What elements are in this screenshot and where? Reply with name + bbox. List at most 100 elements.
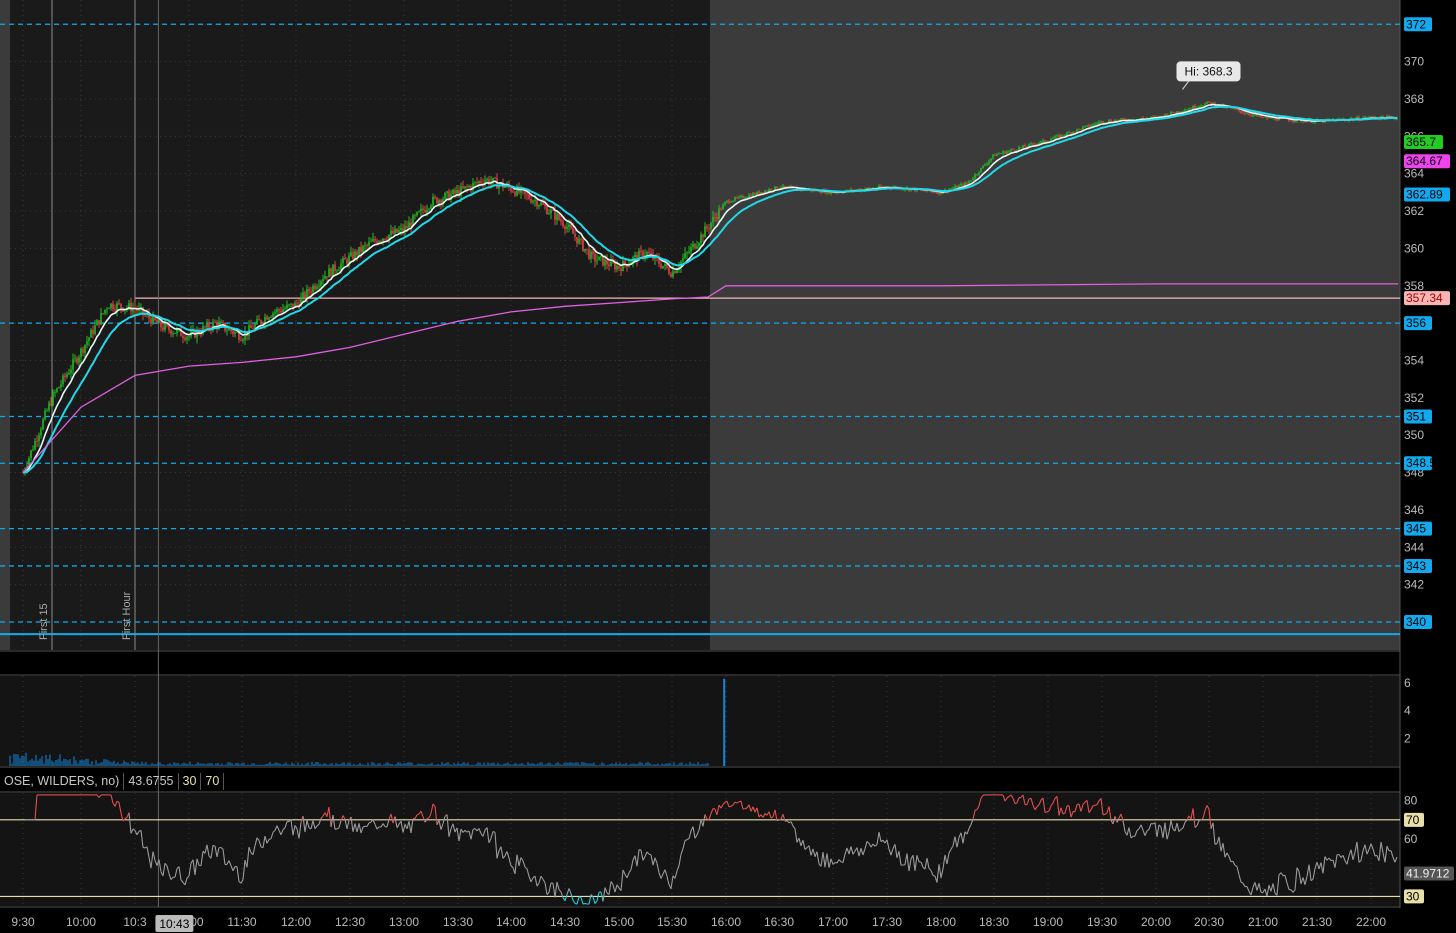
candle-body <box>42 419 44 430</box>
rsi-line-segment <box>212 844 216 847</box>
candle-body <box>428 208 430 210</box>
candle-body <box>278 309 280 311</box>
candle-body <box>456 190 458 194</box>
candle-body <box>594 253 596 262</box>
time-tick-label: 21:00 <box>1248 915 1278 929</box>
candle-body <box>150 318 152 324</box>
candle-body <box>330 268 332 276</box>
candle-body <box>1056 135 1058 137</box>
candle-body <box>1178 111 1180 113</box>
candle-body <box>56 388 58 392</box>
candle-body <box>174 333 176 334</box>
candle-body <box>514 192 516 196</box>
price-tick-label: 370 <box>1404 55 1424 69</box>
candle-body <box>494 177 496 179</box>
candle-body <box>1086 125 1088 126</box>
candle-body <box>620 268 622 271</box>
candle-body <box>976 174 978 175</box>
rsi-study-label[interactable]: OSE, WILDERS, no) <box>0 773 125 790</box>
candle-body <box>424 210 426 213</box>
level-badge-label: 351 <box>1406 410 1426 424</box>
candle-body <box>260 320 262 324</box>
candle-body <box>1176 111 1178 114</box>
candle-body <box>734 197 736 201</box>
candle-body <box>662 265 664 268</box>
candle-body <box>206 322 208 328</box>
candle-body <box>258 319 260 321</box>
candle-body <box>476 182 478 183</box>
premarket-shading <box>0 0 10 650</box>
candle-body <box>64 375 66 377</box>
candle-body <box>440 200 442 204</box>
time-tick-label: 12:30 <box>335 915 365 929</box>
candle-body <box>978 172 980 175</box>
price-tick-label: 360 <box>1404 241 1424 255</box>
candle-body <box>766 190 768 192</box>
price-badge-label: 364.67 <box>1406 154 1443 168</box>
candle-body <box>106 308 108 310</box>
candle-body <box>1076 129 1078 132</box>
candle-body <box>1232 108 1234 110</box>
candle-body <box>606 259 608 265</box>
candle-body <box>82 348 84 353</box>
candle-body <box>952 188 954 189</box>
candle-body <box>1250 114 1252 116</box>
candle-body <box>382 238 384 242</box>
candle-body <box>592 251 594 254</box>
rsi-line-segment <box>974 809 978 811</box>
candle-body <box>718 208 720 220</box>
candle-body <box>1000 153 1002 155</box>
candle-body <box>326 276 328 278</box>
candle-body <box>1052 138 1054 140</box>
candle-body <box>1290 120 1292 122</box>
candle-body <box>1010 149 1012 151</box>
candle-body <box>1246 113 1248 115</box>
candle-body <box>1238 109 1240 112</box>
candle-body <box>40 429 42 436</box>
stock-chart[interactable]: First 15 First Hour Hi: 368.3 340 342 344 34… <box>0 0 1456 933</box>
candle-body <box>250 325 252 329</box>
candle-body <box>1028 143 1030 147</box>
candle-body <box>564 226 566 230</box>
candle-body <box>274 312 276 314</box>
candle-body <box>356 251 358 256</box>
candle-body <box>416 211 418 216</box>
candle-body <box>1120 118 1122 120</box>
candle-body <box>784 185 786 187</box>
rsi-line-segment <box>932 874 936 877</box>
candle-body <box>642 251 644 258</box>
cursor-time-label: 10:43 <box>159 917 189 931</box>
candle-body <box>332 264 334 276</box>
candle-body <box>80 348 82 358</box>
rsi-panel-background <box>0 793 1400 906</box>
candle-body <box>1184 110 1186 112</box>
candle-body <box>72 359 74 370</box>
candle-body <box>1096 123 1098 125</box>
candle-body <box>172 333 174 335</box>
candle-body <box>486 178 488 181</box>
candle-body <box>468 186 470 188</box>
candle-body <box>316 286 318 289</box>
candle-body <box>1194 105 1196 109</box>
candle-body <box>558 214 560 220</box>
candle-body <box>1020 147 1022 149</box>
candle-body <box>902 189 904 191</box>
candle-body <box>1268 117 1270 119</box>
candle-body <box>280 310 282 313</box>
candle-body <box>568 224 570 227</box>
time-tick-label: 18:00 <box>926 915 956 929</box>
candle-body <box>296 302 298 304</box>
candle-body <box>1312 122 1314 124</box>
price-badge-label: 365.7 <box>1406 135 1436 149</box>
price-tick-label: 368 <box>1404 92 1424 106</box>
candle-body <box>1012 149 1014 151</box>
candle-body <box>1262 117 1264 118</box>
candle-body <box>634 254 636 258</box>
candle-body <box>598 256 600 261</box>
candle-body <box>406 226 408 228</box>
candle-body <box>570 224 572 229</box>
candle-body <box>956 185 958 188</box>
candle-body <box>214 321 216 323</box>
time-tick-label: 17:30 <box>872 915 902 929</box>
candle-body <box>544 204 546 207</box>
